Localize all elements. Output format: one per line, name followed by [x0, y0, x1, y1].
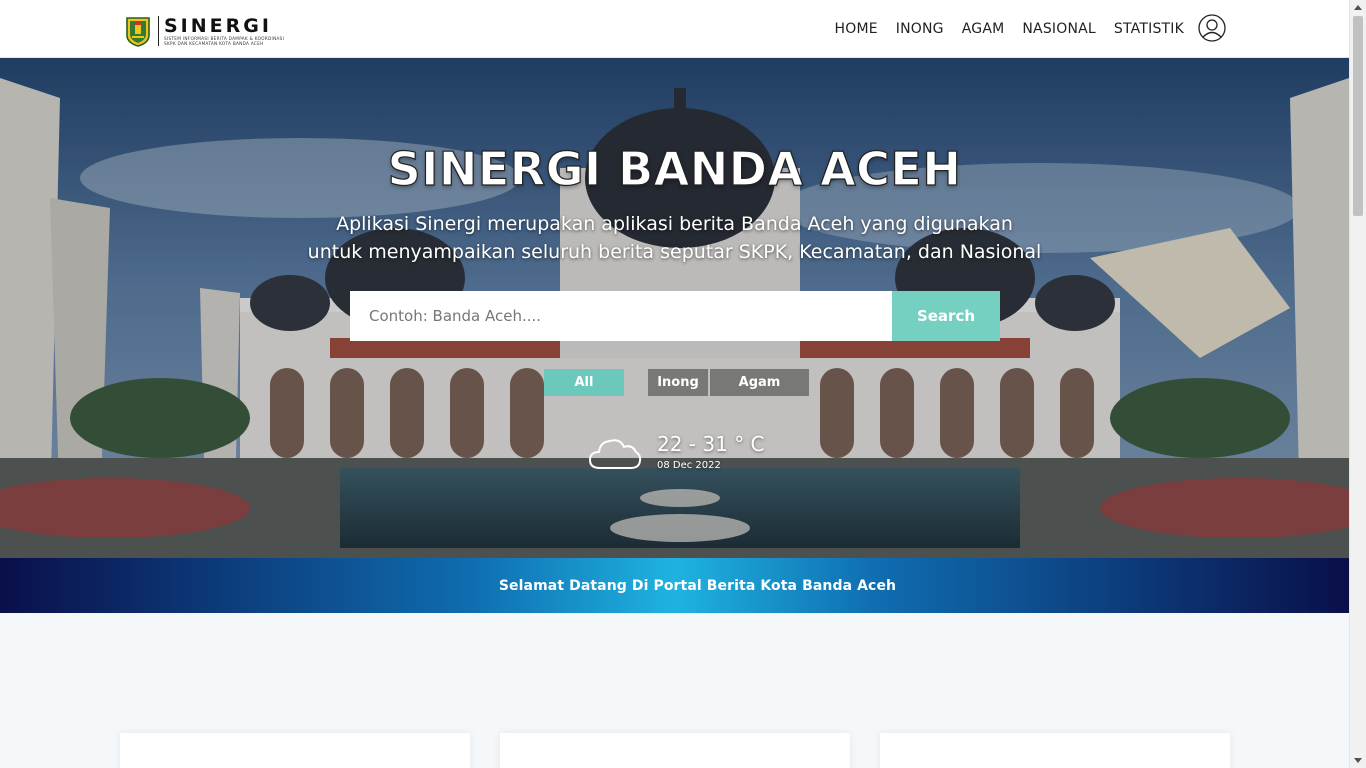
search-button[interactable]: Search — [892, 291, 1000, 341]
user-circle-icon[interactable] — [1198, 14, 1226, 42]
nav-inong[interactable]: INONG — [896, 21, 944, 37]
filter-inong-button[interactable]: Inong — [648, 369, 708, 396]
weather-temperature: 22 - 31 ° C — [657, 432, 765, 456]
nav-agam[interactable]: AGAM — [962, 21, 1005, 37]
weather-date: 08 Dec 2022 — [657, 460, 721, 471]
top-navbar: SINERGI SISTEM INFORMASI BERITA DAMPAK &… — [0, 0, 1349, 58]
welcome-banner-text: Selamat Datang Di Portal Berita Kota Ban… — [498, 577, 897, 594]
logo-title: SINERGI — [164, 15, 272, 37]
news-card[interactable] — [880, 733, 1230, 768]
hero-description-line2: untuk menyampaikan seluruh berita seputa… — [307, 241, 1042, 263]
weather-info: 22 - 31 ° C 08 Dec 2022 — [657, 432, 765, 473]
hero-description: Aplikasi Sinergi merupakan aplikasi beri… — [0, 210, 1349, 266]
filter-agam-button[interactable]: Agam — [710, 369, 809, 396]
search-form: Search — [350, 291, 1000, 341]
hero-section: SINERGI BANDA ACEH Aplikasi Sinergi meru… — [0, 58, 1349, 558]
search-input[interactable] — [350, 291, 892, 341]
scroll-down-arrow-icon[interactable] — [1354, 758, 1362, 763]
scrollbar-thumb[interactable] — [1353, 16, 1363, 216]
welcome-banner: Selamat Datang Di Portal Berita Kota Ban… — [0, 558, 1349, 613]
filter-all-button[interactable]: All — [544, 369, 624, 396]
news-card[interactable] — [500, 733, 850, 768]
weather-widget: 22 - 31 ° C 08 Dec 2022 — [588, 432, 765, 473]
nav-statistik[interactable]: STATISTIK — [1114, 21, 1184, 37]
nav-nasional[interactable]: NASIONAL — [1022, 21, 1096, 37]
logo-subtitle-line2: SKPK DAN KECAMATAN KOTA BANDA ACEH — [164, 41, 264, 46]
logo-divider — [158, 16, 159, 46]
page-scrollbar[interactable] — [1349, 0, 1366, 768]
logo-text: SINERGI SISTEM INFORMASI BERITA DAMPAK &… — [164, 16, 284, 46]
cloud-icon — [588, 439, 642, 469]
news-card[interactable] — [120, 733, 470, 768]
banda-aceh-emblem-icon — [126, 17, 150, 47]
nav-home[interactable]: HOME — [835, 21, 878, 37]
hero-description-line1: Aplikasi Sinergi merupakan aplikasi beri… — [336, 213, 1013, 235]
news-section — [0, 613, 1349, 768]
hero-title: SINERGI BANDA ACEH — [387, 141, 962, 196]
site-logo[interactable]: SINERGI SISTEM INFORMASI BERITA DAMPAK &… — [124, 14, 284, 48]
scroll-up-arrow-icon[interactable] — [1354, 5, 1362, 10]
category-filters: All Inong Agam — [544, 369, 809, 396]
main-nav: HOME INONG AGAM NASIONAL STATISTIK — [835, 0, 1185, 58]
